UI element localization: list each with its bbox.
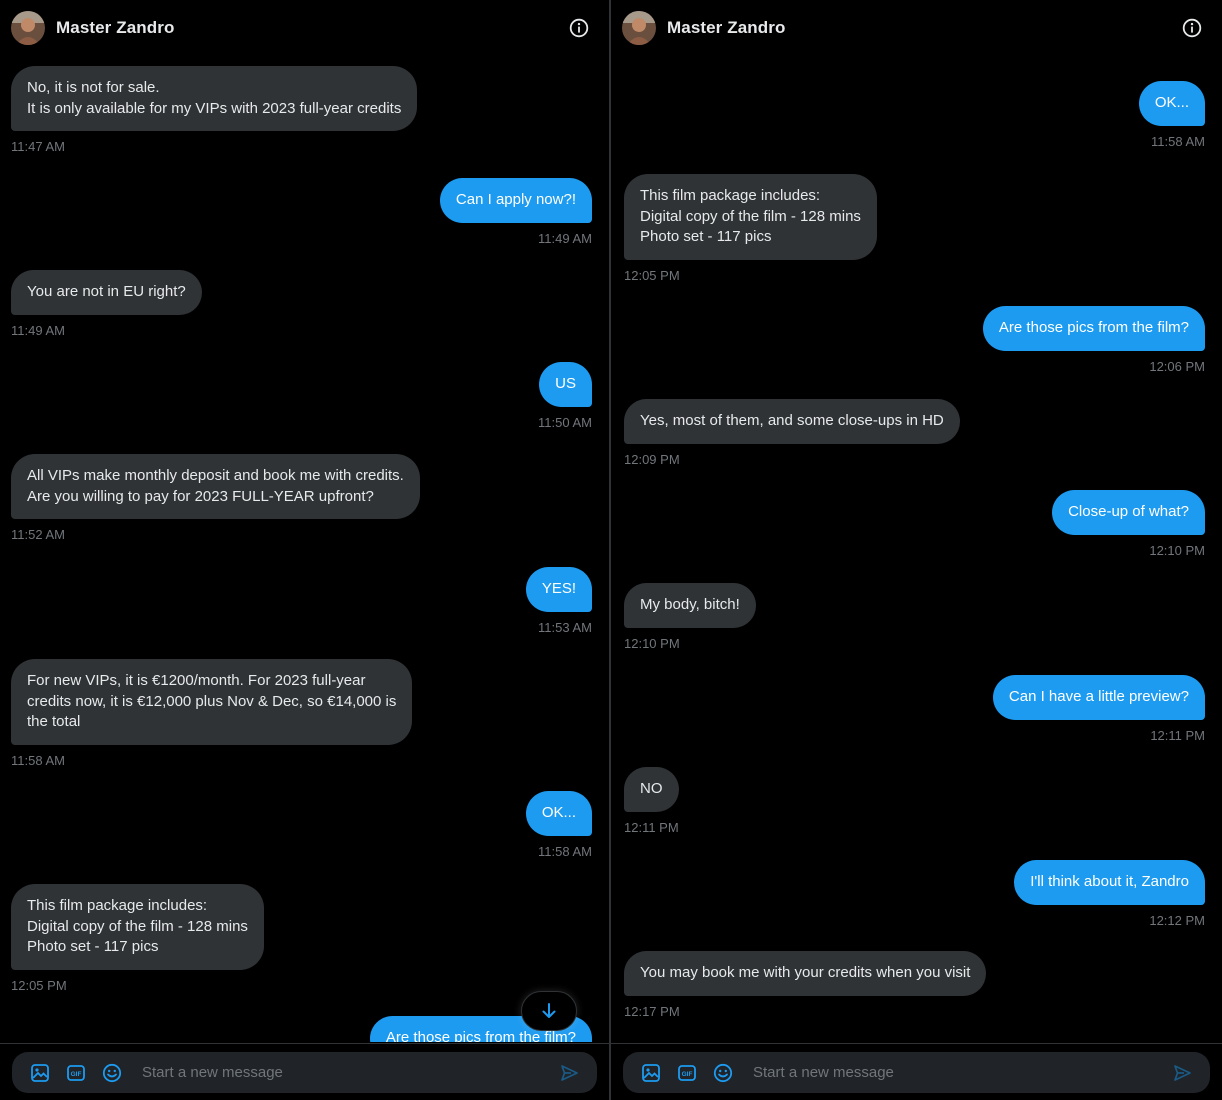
message-bubble[interactable]: OK... [525,791,592,836]
message-incoming: You may book me with your credits when y… [624,951,987,1019]
message-timestamp: 11:49 AM [11,322,65,338]
message-incoming: My body, bitch! 12:10 PM [624,583,756,651]
gif-icon[interactable]: GIF [58,1055,94,1091]
emoji-icon[interactable] [94,1055,130,1091]
message-outgoing: OK... 11:58 AM [1138,81,1205,149]
info-circle-icon[interactable] [1182,18,1202,38]
message-bubble[interactable]: Are those pics from the film? [982,306,1205,351]
composer-bar: GIF [611,1043,1222,1100]
message-bubble[interactable]: I'll think about it, Zandro [1014,860,1205,905]
conversation-panel-right: Master Zandro OK... 11:58 AM This film p… [611,0,1222,1100]
composer-bar: GIF [0,1043,609,1100]
message-timestamp: 12:17 PM [624,1003,680,1019]
message-timestamp: 12:10 PM [624,635,680,651]
emoji-icon[interactable] [705,1055,741,1091]
message-bubble[interactable]: Close-up of what? [1052,490,1205,535]
image-icon[interactable] [633,1055,669,1091]
message-timestamp: 12:10 PM [1149,542,1205,558]
message-timestamp: 12:05 PM [624,267,680,283]
message-bubble[interactable]: This film package includes: Digital copy… [624,174,877,260]
message-outgoing: OK... 11:58 AM [525,791,592,859]
contact-name[interactable]: Master Zandro [667,18,785,38]
message-timestamp: 11:47 AM [11,139,65,154]
message-incoming: All VIPs make monthly deposit and book m… [11,454,420,542]
message-bubble[interactable]: No, it is not for sale. It is only avail… [11,66,418,131]
message-bubble[interactable]: For new VIPs, it is €1200/month. For 202… [11,659,413,745]
composer: GIF [12,1052,597,1093]
message-input[interactable] [130,1057,551,1088]
message-list[interactable]: OK... 11:58 AM This film package include… [611,56,1222,1042]
message-timestamp: 11:53 AM [538,619,592,635]
message-bubble[interactable]: You are not in EU right? [11,270,202,315]
svg-text:GIF: GIF [682,1071,693,1078]
message-bubble[interactable]: All VIPs make monthly deposit and book m… [11,454,420,519]
message-outgoing: Are those pics from the film? 12:06 PM [982,306,1205,374]
info-circle-icon[interactable] [569,18,589,38]
message-bubble[interactable]: YES! [525,567,592,612]
message-list[interactable]: No, it is not for sale. It is only avail… [0,56,609,1042]
message-bubble[interactable]: Can I apply now?! [439,178,592,223]
message-outgoing: Can I have a little preview? 12:11 PM [992,675,1205,743]
gif-icon[interactable]: GIF [669,1055,705,1091]
message-timestamp: 12:05 PM [11,977,67,993]
message-bubble[interactable]: Can I have a little preview? [992,675,1205,720]
conversation-header: Master Zandro [611,0,1222,56]
message-incoming: You are not in EU right? 11:49 AM [11,270,202,338]
message-bubble[interactable]: US [539,362,592,407]
conversation-header: Master Zandro [0,0,609,56]
message-outgoing: Can I apply now?! 11:49 AM [439,178,592,246]
image-icon[interactable] [22,1055,58,1091]
message-timestamp: 11:58 AM [1151,133,1205,149]
message-incoming: No, it is not for sale. It is only avail… [11,66,418,154]
message-outgoing: YES! 11:53 AM [525,567,592,635]
message-bubble[interactable]: My body, bitch! [624,583,756,628]
message-timestamp: 11:52 AM [11,527,65,542]
message-timestamp: 12:11 PM [624,819,679,835]
avatar[interactable] [11,11,45,45]
message-outgoing: I'll think about it, Zandro 12:12 PM [1014,860,1205,928]
message-timestamp: 12:12 PM [1149,912,1205,928]
message-timestamp: 12:06 PM [1149,358,1205,374]
message-incoming: For new VIPs, it is €1200/month. For 202… [11,659,413,768]
avatar[interactable] [622,11,656,45]
message-incoming: This film package includes: Digital copy… [11,884,264,993]
message-timestamp: 11:58 AM [11,752,65,768]
scroll-to-bottom-button[interactable] [521,991,577,1031]
message-timestamp: 12:11 PM [1150,727,1205,743]
message-outgoing: US 11:50 AM [538,362,592,430]
message-timestamp: 12:09 PM [624,451,680,467]
composer: GIF [623,1052,1210,1093]
message-bubble[interactable]: NO [624,767,679,812]
message-timestamp: 11:50 AM [538,414,592,430]
contact-name[interactable]: Master Zandro [56,18,174,38]
conversation-panel-left: Master Zandro No, it is not for sale. It… [0,0,609,1100]
message-incoming: Yes, most of them, and some close-ups in… [624,399,960,467]
message-bubble[interactable]: You may book me with your credits when y… [624,951,987,996]
arrow-down-icon [542,1003,556,1018]
message-bubble[interactable]: Yes, most of them, and some close-ups in… [624,399,960,444]
message-outgoing: Close-up of what? 12:10 PM [1052,490,1205,558]
message-timestamp: 11:58 AM [538,843,592,859]
svg-text:GIF: GIF [71,1071,82,1078]
message-bubble[interactable]: OK... [1138,81,1205,126]
message-timestamp: 11:49 AM [538,230,592,246]
message-input[interactable] [741,1057,1164,1088]
message-incoming: NO 12:11 PM [624,767,679,835]
message-incoming: This film package includes: Digital copy… [624,174,877,283]
send-icon[interactable] [1164,1055,1200,1091]
message-bubble[interactable]: This film package includes: Digital copy… [11,884,264,970]
send-icon[interactable] [551,1055,587,1091]
